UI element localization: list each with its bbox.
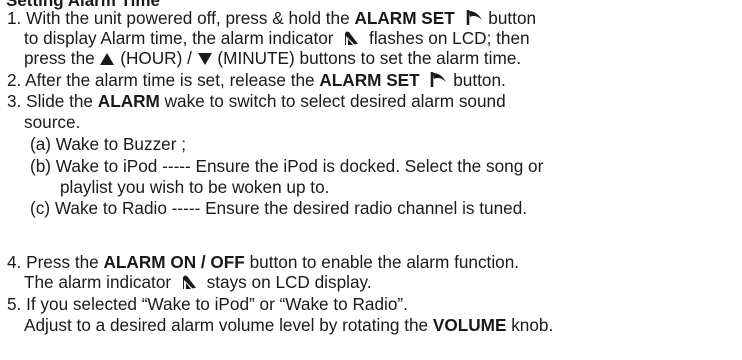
step-3-text: 3. Slide the xyxy=(7,91,98,111)
step-4-line-2: The alarm indicator stays on LCD display… xyxy=(24,272,372,292)
alarm-set-icon xyxy=(430,71,448,88)
option-ipod-note: playlist you wish to be woken up to. xyxy=(60,177,330,197)
step-1-text-2: to display Alarm time, the alarm indicat… xyxy=(24,28,339,48)
step-1-text-3: flashes on LCD; then xyxy=(364,28,530,48)
up-triangle-icon xyxy=(99,52,115,66)
option-ipod: (b) Wake to iPod ----- Ensure the iPod i… xyxy=(30,156,544,176)
step-4-text-4: stays on LCD display. xyxy=(201,272,372,292)
step-1-text-6: (MINUTE) buttons to set the alarm time. xyxy=(212,48,522,68)
step-4-text-3: The alarm indicator xyxy=(24,272,176,292)
step-1-text-5: (HOUR) / xyxy=(115,48,197,68)
step-4-text: 4. Press the xyxy=(7,252,104,272)
step-1-text-end: button xyxy=(483,8,537,28)
step-1-text: 1. With the unit powered off, press & ho… xyxy=(7,8,355,28)
step-1-line-2: to display Alarm time, the alarm indicat… xyxy=(24,28,530,48)
alarm-set-label: ALARM SET xyxy=(354,8,455,28)
step-4-text-2: button to enable the alarm function. xyxy=(244,252,520,272)
step-4-line-1: 4. Press the ALARM ON / OFF button to en… xyxy=(7,252,519,272)
volume-label: VOLUME xyxy=(432,315,507,335)
step-5-text: Adjust to a desired alarm volume level b… xyxy=(24,315,433,335)
down-triangle-icon xyxy=(197,52,213,66)
step-3-line-2: source. xyxy=(24,112,81,132)
alarm-indicator-icon xyxy=(342,30,360,46)
step-1-line-3: press the (HOUR) / (MINUTE) buttons to s… xyxy=(24,48,521,68)
step-2-text: 2. After the alarm time is set, release … xyxy=(7,70,320,90)
alarm-label: ALARM xyxy=(97,91,160,111)
manual-page: Setting Alarm Time 1. With the unit powe… xyxy=(0,0,742,360)
alarm-set-icon xyxy=(466,9,484,26)
step-5-text-2: knob. xyxy=(506,315,554,335)
alarm-indicator-icon xyxy=(180,274,198,290)
step-2-text-end: button. xyxy=(448,70,506,90)
step-3-text-2: wake to switch to select desired alarm s… xyxy=(159,91,506,111)
alarm-on-off-label: ALARM ON / OFF xyxy=(103,252,245,272)
alarm-set-label-2: ALARM SET xyxy=(319,70,420,90)
step-1-line-1: 1. With the unit powered off, press & ho… xyxy=(7,8,536,28)
option-radio: (c) Wake to Radio ----- Ensure the desir… xyxy=(30,198,528,218)
step-5-line-2: Adjust to a desired alarm volume level b… xyxy=(24,315,553,335)
step-5-line-1: 5. If you selected “Wake to iPod” or “Wa… xyxy=(7,294,408,314)
step-3-line-1: 3. Slide the ALARM wake to switch to sel… xyxy=(7,91,506,111)
step-1-text-4: press the xyxy=(24,48,100,68)
option-buzzer: (a) Wake to Buzzer ; xyxy=(30,134,187,154)
step-2-line: 2. After the alarm time is set, release … xyxy=(7,70,506,90)
